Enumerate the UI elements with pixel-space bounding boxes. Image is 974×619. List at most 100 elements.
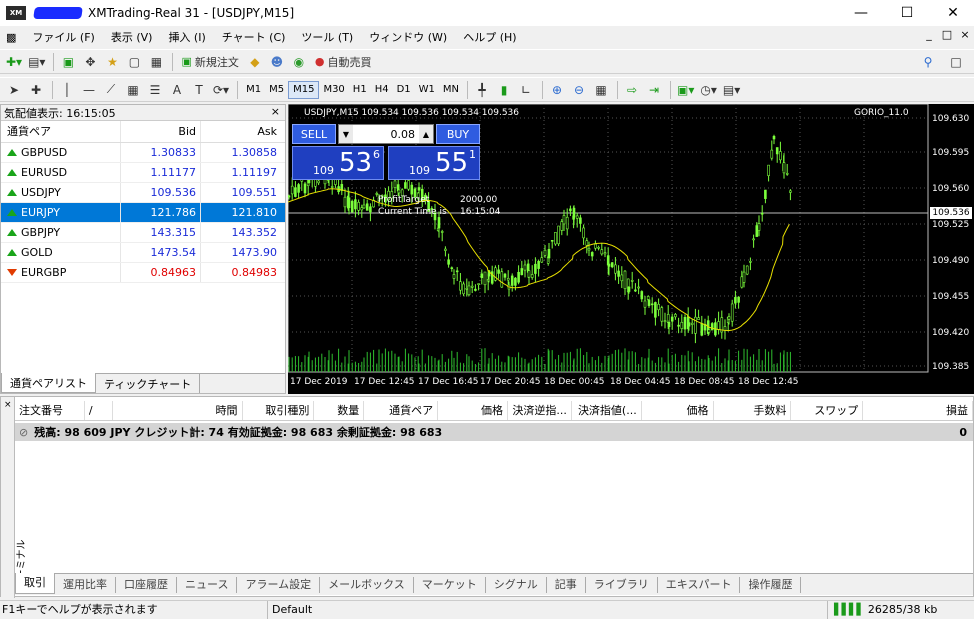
col-bid[interactable]: Bid	[121, 121, 201, 142]
terminal-tab[interactable]: エキスパート	[658, 576, 741, 593]
horizontal-line-icon[interactable]: —	[79, 80, 99, 100]
sell-price-box[interactable]: 109 53 6	[292, 146, 384, 180]
search-icon[interactable]: ⚲	[918, 52, 938, 72]
lot-up-icon[interactable]: ▲	[419, 125, 433, 143]
col-ask[interactable]: Ask	[201, 121, 281, 142]
menu-tools[interactable]: ツール (T)	[293, 29, 361, 45]
templates-icon[interactable]: ▤▾	[721, 80, 742, 100]
menu-chart[interactable]: チャート (C)	[214, 29, 294, 45]
col-header[interactable]: 数量	[314, 401, 365, 420]
mdi-close-icon[interactable]: ×	[956, 28, 974, 41]
col-header[interactable]: 価格	[438, 401, 508, 420]
terminal-tab[interactable]: メールボックス	[320, 576, 414, 593]
close-icon[interactable]: ×	[271, 105, 280, 118]
channel-icon[interactable]: ▦	[123, 80, 143, 100]
menu-insert[interactable]: 挿入 (I)	[160, 29, 213, 45]
col-header[interactable]: 価格	[642, 401, 714, 420]
text-icon[interactable]: A	[167, 80, 187, 100]
col-header[interactable]: スワップ	[791, 401, 864, 420]
vertical-line-icon[interactable]: │	[57, 80, 77, 100]
zoom-out-icon[interactable]: ⊖	[569, 80, 589, 100]
col-header[interactable]: 損益	[863, 401, 974, 420]
sell-button[interactable]: SELL	[292, 124, 336, 144]
col-header[interactable]: /	[85, 401, 113, 420]
mdi-icon[interactable]: ▩	[0, 31, 24, 44]
terminal-tab[interactable]: 口座履歴	[116, 576, 177, 593]
crosshair-icon[interactable]: ✚	[26, 80, 46, 100]
tf-mn[interactable]: MN	[439, 81, 463, 99]
terminal-tab[interactable]: アラーム設定	[237, 576, 321, 593]
chart-window[interactable]: USDJPY,M15 109.534 109.536 109.534 109.5…	[288, 104, 974, 394]
lot-size-value[interactable]: 0.08	[353, 128, 419, 141]
tf-m30[interactable]: M30	[319, 81, 348, 99]
col-header[interactable]: 決済指値(...	[572, 401, 642, 420]
terminal-tab[interactable]: 運用比率	[55, 576, 116, 593]
tf-h1[interactable]: H1	[349, 81, 371, 99]
status-profile[interactable]: Default	[268, 601, 828, 619]
col-header[interactable]: 時間	[113, 401, 243, 420]
metaeditor-icon[interactable]: ◆	[245, 52, 265, 72]
tf-h4[interactable]: H4	[371, 81, 393, 99]
market-watch-icon[interactable]: ▣	[58, 52, 78, 72]
cursor-icon[interactable]: ➤	[4, 80, 24, 100]
col-header[interactable]: 注文番号	[15, 401, 85, 420]
fibonacci-icon[interactable]: ☰	[145, 80, 165, 100]
buy-button[interactable]: BUY	[436, 124, 480, 144]
close-button[interactable]: ✕	[930, 0, 974, 26]
menu-window[interactable]: ウィンドウ (W)	[361, 29, 455, 45]
market-watch-row[interactable]: USDJPY 109.536 109.551	[1, 183, 285, 203]
col-symbol[interactable]: 通貨ペア	[1, 121, 121, 142]
terminal-tab[interactable]: マーケット	[414, 576, 486, 593]
label-icon[interactable]: T	[189, 80, 209, 100]
mdi-restore-icon[interactable]: □	[938, 28, 956, 41]
tf-m1[interactable]: M1	[242, 81, 265, 99]
terminal-tab[interactable]: ライブラリ	[586, 576, 658, 593]
col-header[interactable]: 決済逆指...	[508, 401, 572, 420]
strategy-tester-icon[interactable]: ▦	[146, 52, 166, 72]
chart-shift-icon[interactable]: ⇥	[644, 80, 664, 100]
bar-chart-icon[interactable]: ╇	[472, 80, 492, 100]
buy-price-box[interactable]: 109 55 1	[388, 146, 480, 180]
market-watch-row[interactable]: EURGBP 0.84963 0.84983	[1, 263, 285, 283]
terminal-tab[interactable]: 取引	[15, 573, 55, 594]
col-header[interactable]: 手数料	[714, 401, 792, 420]
tab-symbols[interactable]: 通貨ペアリスト	[1, 373, 96, 393]
terminal-tab[interactable]: 記事	[547, 576, 586, 593]
terminal-tab[interactable]: シグナル	[486, 576, 547, 593]
chat-icon[interactable]: □	[946, 52, 966, 72]
terminal-tab[interactable]: ニュース	[177, 576, 238, 593]
market-watch-row[interactable]: GBPJPY 143.315 143.352	[1, 223, 285, 243]
crosshair-nav-icon[interactable]: ✥	[80, 52, 100, 72]
balance-row[interactable]: ⊘ 残高: 98 609 JPY クレジット計: 74 有効証拠金: 98 68…	[15, 423, 973, 441]
line-chart-icon[interactable]: ∟	[516, 80, 536, 100]
col-header[interactable]: 取引種別	[243, 401, 315, 420]
user-icon[interactable]: ☻	[267, 52, 287, 72]
maximize-button[interactable]: ☐	[884, 0, 930, 26]
signal-icon[interactable]: ◉	[289, 52, 309, 72]
tab-tick-chart[interactable]: ティックチャート	[96, 374, 201, 393]
tf-w1[interactable]: W1	[415, 81, 439, 99]
menu-view[interactable]: 表示 (V)	[103, 29, 161, 45]
navigator-star-icon[interactable]: ★	[102, 52, 122, 72]
col-header[interactable]: 通貨ペア	[364, 401, 439, 420]
market-watch-row[interactable]: GBPUSD 1.30833 1.30858	[1, 143, 285, 163]
new-chart-icon[interactable]: ✚▾	[4, 52, 24, 72]
market-watch-row[interactable]: EURUSD 1.11177 1.11197	[1, 163, 285, 183]
terminal-tab[interactable]: 操作履歴	[740, 576, 802, 593]
zoom-in-icon[interactable]: ⊕	[547, 80, 567, 100]
menu-help[interactable]: ヘルプ (H)	[455, 29, 524, 45]
market-watch-row[interactable]: GOLD 1473.54 1473.90	[1, 243, 285, 263]
tf-d1[interactable]: D1	[393, 81, 415, 99]
trendline-icon[interactable]: ⟋	[101, 80, 121, 100]
autoscroll-icon[interactable]: ⇨	[622, 80, 642, 100]
menu-file[interactable]: ファイル (F)	[24, 29, 102, 45]
periods-clock-icon[interactable]: ◷▾	[698, 80, 719, 100]
tf-m5[interactable]: M5	[265, 81, 288, 99]
auto-trade-button[interactable]: ● 自動売買	[311, 52, 376, 72]
close-icon[interactable]: ×	[4, 400, 12, 410]
candlestick-icon[interactable]: ▮	[494, 80, 514, 100]
terminal-icon[interactable]: ▢	[124, 52, 144, 72]
indicators-icon[interactable]: ▣▾	[675, 80, 696, 100]
tf-m15[interactable]: M15	[288, 80, 320, 99]
new-order-button[interactable]: ▣ 新規注文	[177, 52, 242, 72]
